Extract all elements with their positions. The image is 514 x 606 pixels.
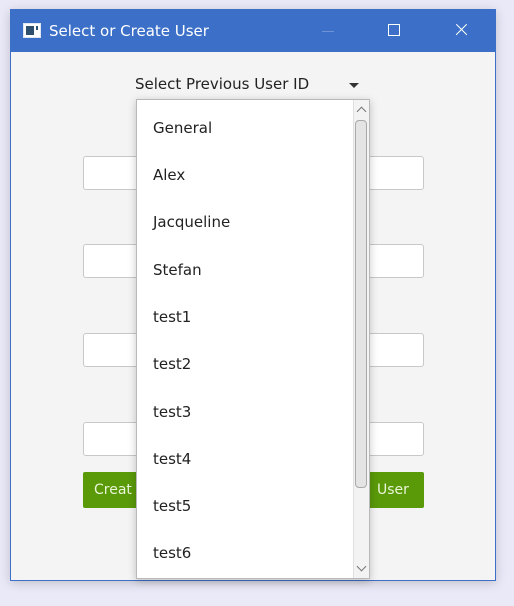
list-item[interactable]: test4 [153,449,191,469]
app-window-icon [23,23,41,38]
minimize-icon [322,31,334,32]
scrollbar-thumb[interactable] [355,120,367,488]
list-item[interactable]: test3 [153,402,191,422]
maximize-icon [388,24,400,36]
scroll-down-arrow-icon[interactable] [356,561,367,572]
combobox-label: Select Previous User ID [135,75,310,93]
list-item[interactable]: Stefan [153,260,202,280]
list-item[interactable]: Jacqueline [153,212,230,232]
list-item[interactable]: test1 [153,307,191,327]
user-id-combobox[interactable]: Select Previous User ID [127,73,377,97]
list-item[interactable]: test6 [153,543,191,563]
minimize-button[interactable] [305,10,351,52]
select-user-button[interactable]: User [361,472,424,508]
scroll-up-arrow-icon[interactable] [356,106,367,117]
chevron-down-icon[interactable] [349,83,359,88]
user-id-dropdown-list[interactable]: General Alex Jacqueline Stefan test1 tes… [136,99,370,579]
maximize-button[interactable] [371,10,417,52]
form-field-right-3[interactable] [361,333,424,367]
list-item[interactable]: Alex [153,165,185,185]
form-field-right-2[interactable] [361,244,424,278]
form-field-right-4[interactable] [361,422,424,456]
title-bar[interactable]: Select or Create User [11,10,495,52]
list-item[interactable]: General [153,118,212,138]
dropdown-scrollbar[interactable] [353,100,369,578]
close-button[interactable] [438,10,484,52]
window-title: Select or Create User [49,22,209,40]
list-item[interactable]: test2 [153,354,191,374]
form-field-right-1[interactable] [361,156,424,190]
list-item[interactable]: test5 [153,496,191,516]
close-icon [454,23,468,37]
